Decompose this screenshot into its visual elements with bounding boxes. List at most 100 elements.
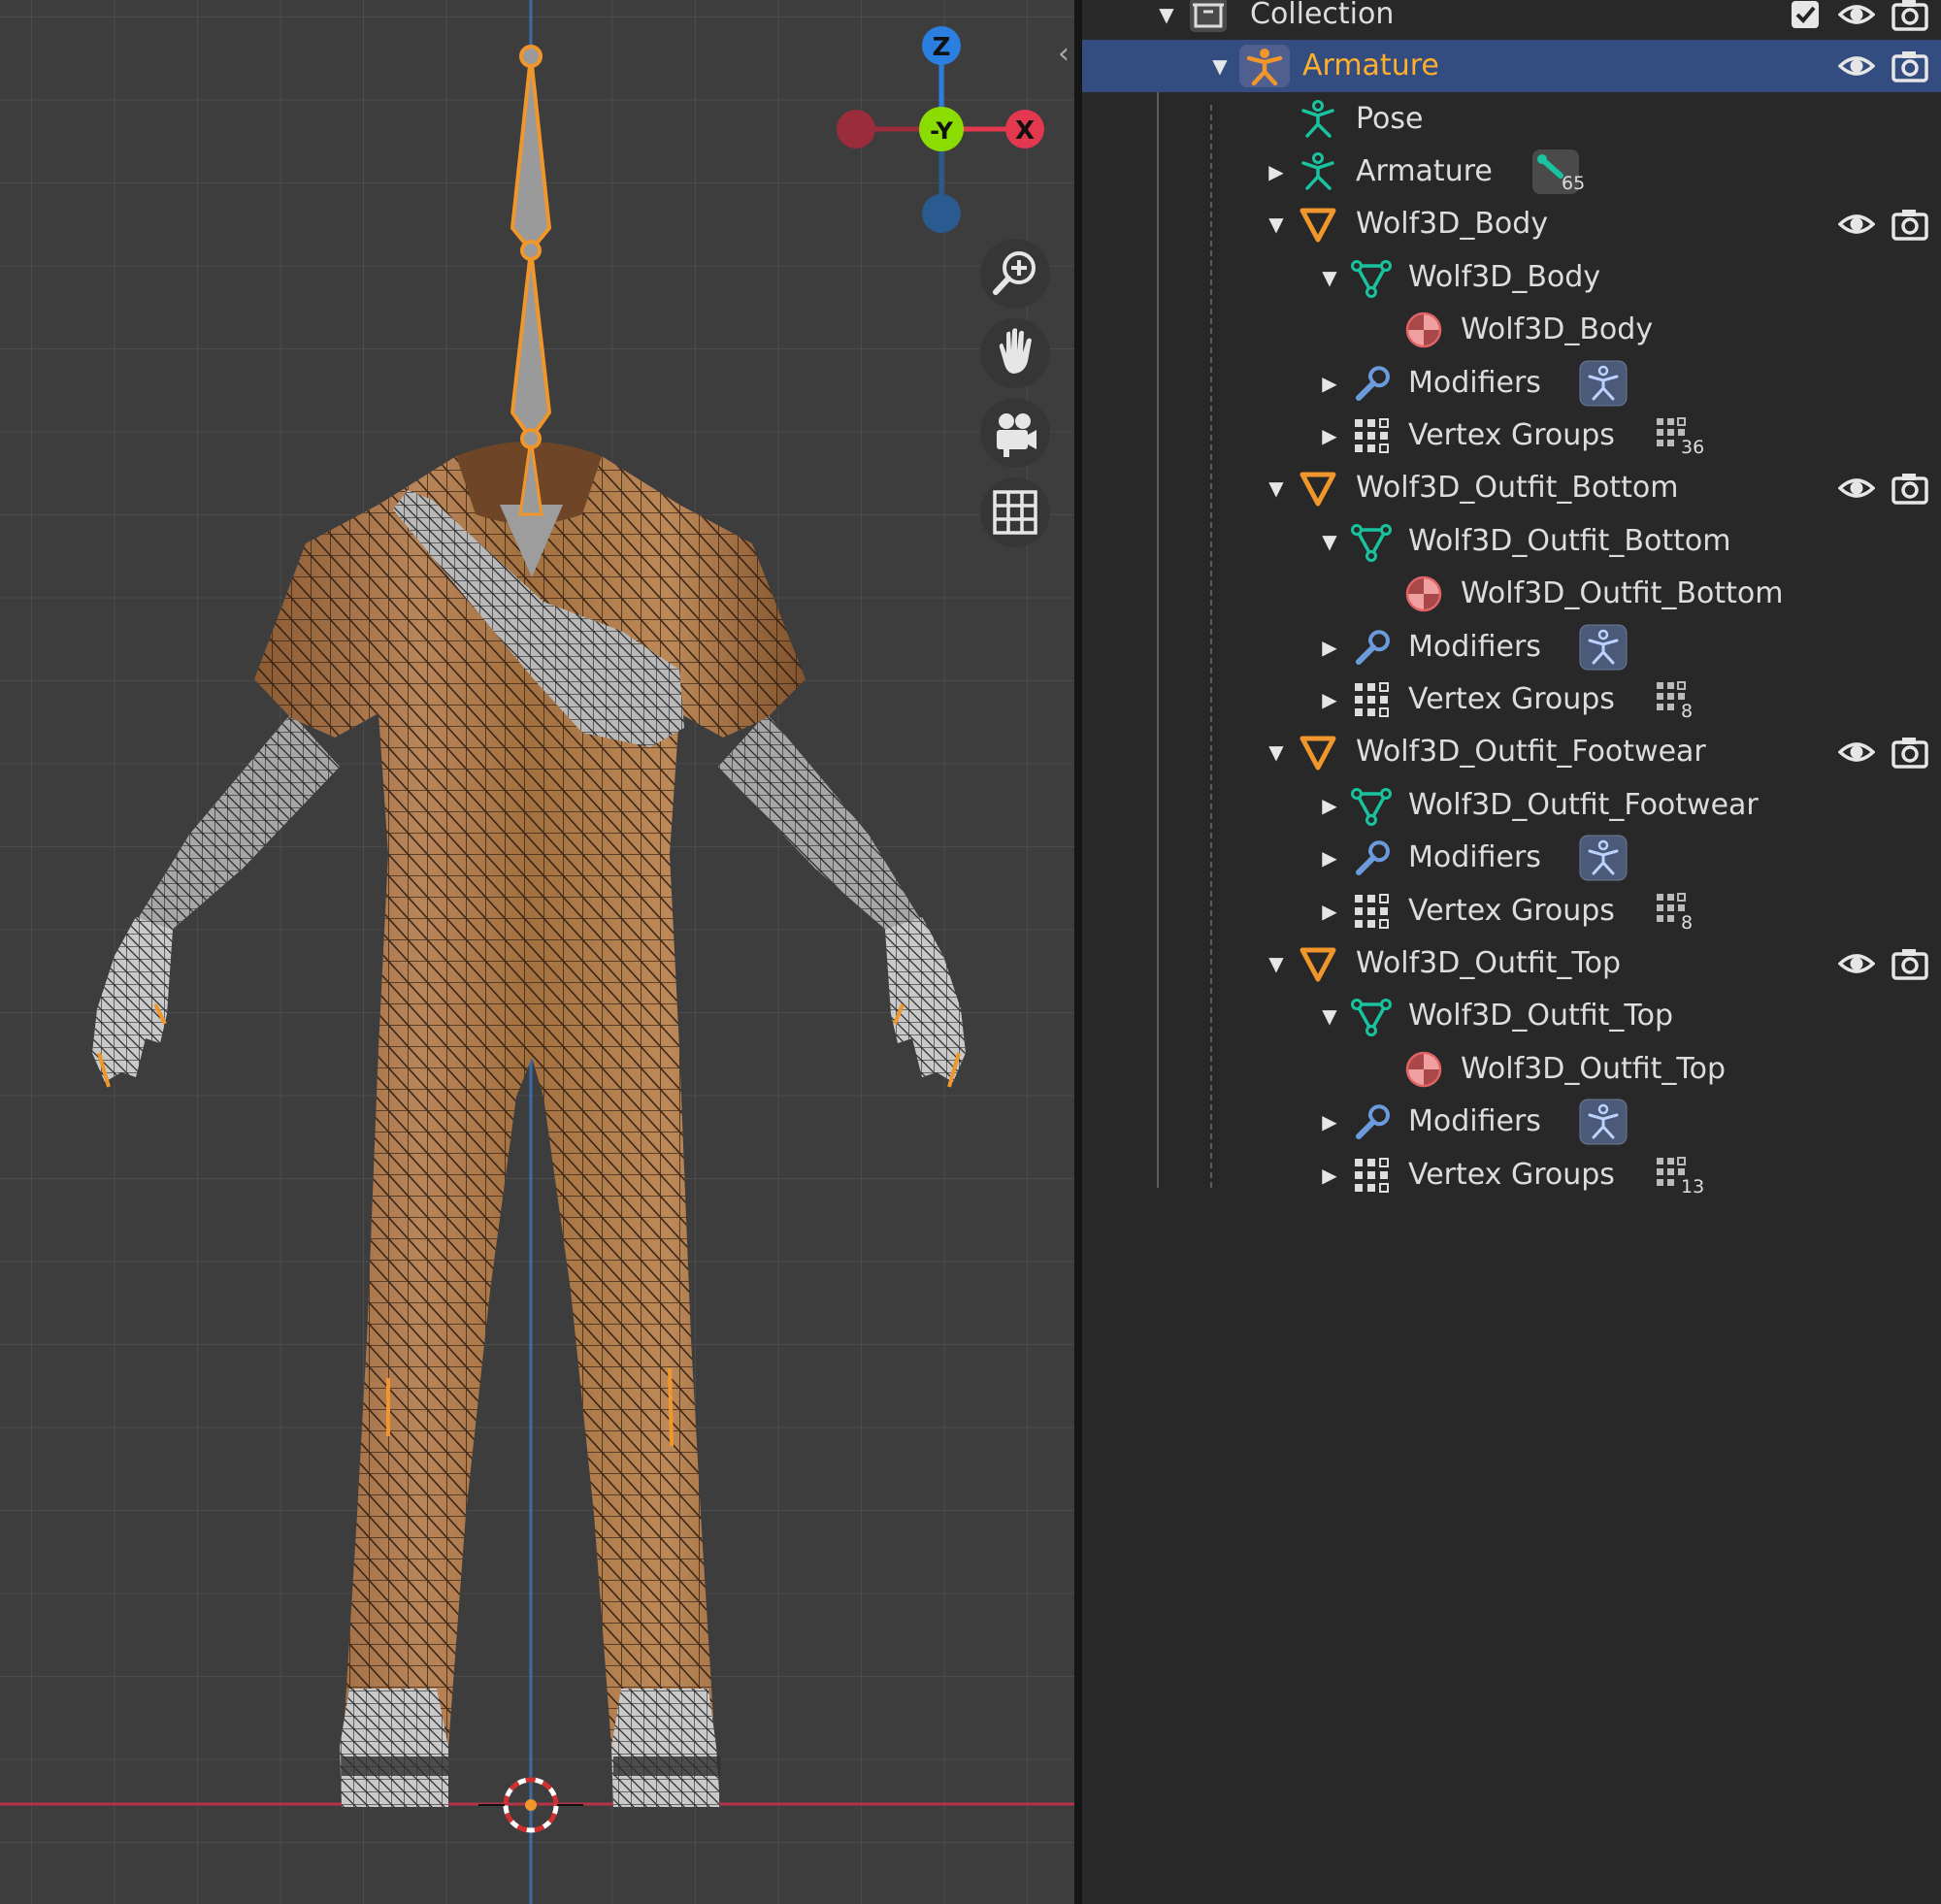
expand-toggle[interactable]: ▶ <box>1318 1096 1341 1148</box>
vertex-groups-icon <box>1351 415 1392 456</box>
expand-toggle[interactable]: ▶ <box>1318 621 1341 673</box>
outliner-label: Wolf3D_Body <box>1408 259 1601 294</box>
vertex-group-count: 13 <box>1681 1175 1705 1198</box>
armature-object-icon <box>1244 46 1285 86</box>
expand-toggle[interactable]: ▼ <box>1208 40 1232 92</box>
eye-icon[interactable] <box>1838 49 1875 83</box>
outliner-row-object[interactable]: ▼ Wolf3D_Outfit_Footwear <box>1082 726 1941 778</box>
outliner-row-armature[interactable]: ▼ Armature <box>1082 40 1941 92</box>
eye-icon[interactable] <box>1838 946 1875 981</box>
expand-toggle[interactable]: ▼ <box>1265 462 1288 514</box>
armature-modifier-badge[interactable] <box>1579 624 1628 671</box>
vertex-groups-icon <box>1351 679 1392 720</box>
material-icon <box>1403 1049 1444 1090</box>
checkbox-icon[interactable] <box>1789 0 1822 31</box>
outliner-label: Collection <box>1250 0 1395 31</box>
eye-icon[interactable] <box>1838 0 1875 32</box>
outliner-row-vertex-groups[interactable]: ▶ Vertex Groups 13 <box>1082 1149 1941 1201</box>
outliner-label: Modifiers <box>1408 365 1541 400</box>
outliner-row-mesh-data[interactable]: ▼ Wolf3D_Outfit_Bottom <box>1082 515 1941 568</box>
outliner-label: Armature <box>1302 49 1439 82</box>
expand-toggle[interactable]: ▶ <box>1318 1149 1341 1201</box>
outliner-row-mesh-data[interactable]: ▼ Wolf3D_Outfit_Top <box>1082 990 1941 1042</box>
outliner-row-collection[interactable]: ▼ Collection <box>1082 0 1941 41</box>
outliner-label: Wolf3D_Outfit_Top <box>1461 1051 1727 1086</box>
outliner-row-mesh-data[interactable]: ▼ Wolf3D_Body <box>1082 251 1941 304</box>
expand-toggle[interactable]: ▼ <box>1265 726 1288 778</box>
outliner-label: Vertex Groups <box>1408 893 1615 928</box>
outliner-row-modifiers[interactable]: ▶ Modifiers <box>1082 1096 1941 1148</box>
ortho-toggle-button[interactable] <box>980 477 1050 547</box>
expand-toggle[interactable]: ▶ <box>1318 885 1341 937</box>
outliner-row-armature-data[interactable]: ▶ Armature 65 <box>1082 146 1941 198</box>
wrench-icon <box>1351 627 1392 668</box>
armature-modifier-badge[interactable] <box>1579 1099 1628 1145</box>
armature-data-icon <box>1298 151 1338 192</box>
armature-modifier-badge[interactable] <box>1579 835 1628 881</box>
outliner-row-modifiers[interactable]: ▶ Modifiers <box>1082 357 1941 410</box>
material-icon <box>1403 574 1444 614</box>
camera-render-icon[interactable] <box>1892 207 1928 242</box>
camera-render-icon[interactable] <box>1892 0 1928 32</box>
outliner-row-modifiers[interactable]: ▶ Modifiers <box>1082 832 1941 884</box>
outliner-label: Wolf3D_Outfit_Bottom <box>1461 576 1784 611</box>
outliner-row-object[interactable]: ▼ Wolf3D_Body <box>1082 198 1941 250</box>
expand-toggle[interactable]: ▼ <box>1265 937 1288 990</box>
outliner-row-object[interactable]: ▼ Wolf3D_Outfit_Top <box>1082 937 1941 990</box>
expand-toggle[interactable]: ▶ <box>1318 673 1341 726</box>
hand-pan-icon <box>999 328 1032 374</box>
outliner[interactable]: ▼ Collection ▼ Armature Pose ▶ Armature <box>1082 0 1941 1904</box>
3d-viewport[interactable]: Z X -Y ‹ <box>0 0 1074 1904</box>
camera-render-icon[interactable] <box>1892 735 1928 770</box>
outliner-row-material[interactable]: Wolf3D_Outfit_Top <box>1082 1043 1941 1096</box>
camera-view-button[interactable] <box>980 398 1050 468</box>
gizmo-z-label: Z <box>933 33 951 62</box>
gizmo-neg-x[interactable] <box>837 110 875 148</box>
eye-icon[interactable] <box>1838 735 1875 770</box>
expand-toggle[interactable]: ▶ <box>1265 146 1288 198</box>
expand-toggle[interactable]: ▼ <box>1318 515 1341 568</box>
eye-icon[interactable] <box>1838 471 1875 506</box>
outliner-row-pose[interactable]: Pose <box>1082 93 1941 146</box>
outliner-row-vertex-groups[interactable]: ▶ Vertex Groups 36 <box>1082 410 1941 462</box>
outliner-label: Wolf3D_Body <box>1356 207 1549 242</box>
outliner-row-vertex-groups[interactable]: ▶ Vertex Groups 8 <box>1082 673 1941 726</box>
vertex-group-count-badge[interactable] <box>1653 888 1701 935</box>
gizmo-neg-z[interactable] <box>922 194 961 233</box>
outliner-row-modifiers[interactable]: ▶ Modifiers <box>1082 621 1941 673</box>
outliner-row-material[interactable]: Wolf3D_Body <box>1082 304 1941 356</box>
region-divider[interactable] <box>1074 0 1082 1904</box>
camera-render-icon[interactable] <box>1892 471 1928 506</box>
camera-render-icon[interactable] <box>1892 49 1928 83</box>
expand-toggle[interactable]: ▶ <box>1318 779 1341 832</box>
wrench-icon <box>1351 837 1392 878</box>
expand-toggle[interactable]: ▼ <box>1155 0 1178 41</box>
outliner-row-mesh-data[interactable]: ▶ Wolf3D_Outfit_Footwear <box>1082 779 1941 832</box>
expand-toggle[interactable]: ▼ <box>1318 251 1341 304</box>
zoom-button[interactable] <box>980 239 1050 309</box>
expand-toggle[interactable]: ▶ <box>1318 357 1341 410</box>
armature-modifier-badge[interactable] <box>1579 360 1628 407</box>
outliner-label: Wolf3D_Outfit_Footwear <box>1356 735 1706 770</box>
expand-toggle[interactable]: ▼ <box>1265 198 1288 250</box>
expand-toggle[interactable]: ▶ <box>1318 410 1341 462</box>
vertex-group-count-badge[interactable] <box>1653 676 1701 723</box>
mesh-data-icon <box>1351 996 1392 1036</box>
outliner-row-vertex-groups[interactable]: ▶ Vertex Groups 8 <box>1082 885 1941 937</box>
camera-render-icon[interactable] <box>1892 946 1928 981</box>
eye-icon[interactable] <box>1838 207 1875 242</box>
region-collapse-arrow[interactable]: ‹ <box>1053 35 1074 74</box>
gizmo-x-label: X <box>1015 116 1035 146</box>
grid-icon <box>993 490 1037 535</box>
mesh-object-icon <box>1298 468 1338 509</box>
wrench-icon <box>1351 1101 1392 1142</box>
mesh-data-icon <box>1351 257 1392 298</box>
vertex-groups-icon <box>1351 891 1392 932</box>
pan-button[interactable] <box>980 318 1050 388</box>
expand-toggle[interactable]: ▶ <box>1318 832 1341 884</box>
outliner-row-object[interactable]: ▼ Wolf3D_Outfit_Bottom <box>1082 462 1941 514</box>
outliner-label: Modifiers <box>1408 629 1541 664</box>
outliner-row-material[interactable]: Wolf3D_Outfit_Bottom <box>1082 568 1941 620</box>
expand-toggle[interactable]: ▼ <box>1318 990 1341 1042</box>
material-icon <box>1403 310 1444 350</box>
